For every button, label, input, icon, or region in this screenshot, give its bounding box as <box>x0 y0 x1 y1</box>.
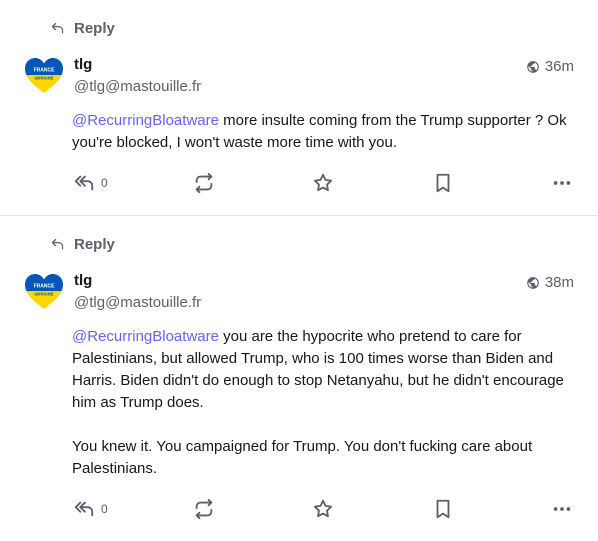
bookmark-icon <box>436 173 450 193</box>
reply-count: 0 <box>101 502 108 516</box>
mention-link[interactable]: @RecurringBloatware <box>72 112 219 129</box>
reply-prepend: Reply <box>50 18 115 38</box>
account-handle[interactable]: @tlg@mastouille.fr <box>74 294 201 311</box>
display-name[interactable]: tlg <box>74 56 92 73</box>
relative-time: 38m <box>544 274 574 291</box>
more-icon <box>553 507 571 511</box>
globe-icon <box>526 60 539 73</box>
boost-button[interactable] <box>193 497 215 521</box>
star-icon <box>314 499 332 518</box>
avatar-text-top: FRANCE <box>34 284 55 290</box>
reply-all-button[interactable]: 0 <box>73 171 108 195</box>
reply-all-button[interactable]: 0 <box>73 497 108 521</box>
avatar-text-bottom: UKRAINE <box>34 292 53 297</box>
status-meta[interactable]: 36m <box>526 58 574 75</box>
ukraine-heart-icon: FRANCE UKRAINE <box>25 274 63 309</box>
favourite-button[interactable] <box>312 497 334 521</box>
reply-all-icon <box>74 501 94 517</box>
boost-icon <box>195 172 213 194</box>
reply-icon <box>51 22 64 33</box>
content-paragraph: You knew it. You campaigned for Trump. Y… <box>72 438 533 477</box>
reply-icon <box>51 238 64 249</box>
status-content: @RecurringBloatware you are the hypocrit… <box>72 326 572 480</box>
boost-button[interactable] <box>193 171 215 195</box>
mention-link[interactable]: @RecurringBloatware <box>72 328 219 345</box>
avatar[interactable]: FRANCE UKRAINE <box>24 272 64 312</box>
display-name[interactable]: tlg <box>74 272 92 289</box>
bookmark-icon <box>436 499 450 519</box>
status-content: @RecurringBloatware more insulte coming … <box>72 110 572 154</box>
reply-prepend-label: Reply <box>74 235 115 253</box>
avatar-text-top: FRANCE <box>34 68 55 74</box>
more-button[interactable] <box>551 497 573 521</box>
globe-icon <box>526 276 539 289</box>
more-icon <box>553 181 571 185</box>
avatar-text-bottom: UKRAINE <box>34 76 53 81</box>
status-post[interactable]: Reply FRANCE UKRAINE tlg @tlg@mastouille… <box>0 216 598 541</box>
reply-all-icon <box>74 175 94 191</box>
bookmark-button[interactable] <box>432 171 454 195</box>
more-button[interactable] <box>551 171 573 195</box>
account-handle[interactable]: @tlg@mastouille.fr <box>74 78 201 95</box>
status-meta[interactable]: 38m <box>526 274 574 291</box>
favourite-button[interactable] <box>312 171 334 195</box>
action-bar: 0 <box>0 497 598 521</box>
relative-time: 36m <box>544 58 574 75</box>
reply-prepend-label: Reply <box>74 19 115 37</box>
action-bar: 0 <box>0 171 598 195</box>
bookmark-button[interactable] <box>432 497 454 521</box>
reply-prepend: Reply <box>50 234 115 254</box>
content-paragraph: @RecurringBloatware you are the hypocrit… <box>72 326 572 414</box>
star-icon <box>314 173 332 192</box>
ukraine-heart-icon: FRANCE UKRAINE <box>25 58 63 93</box>
content-paragraph: @RecurringBloatware more insulte coming … <box>72 110 572 154</box>
status-post[interactable]: Reply FRANCE UKRAINE tlg @tlg@mastouille… <box>0 0 598 216</box>
reply-count: 0 <box>101 176 108 190</box>
avatar[interactable]: FRANCE UKRAINE <box>24 56 64 96</box>
boost-icon <box>195 498 213 520</box>
